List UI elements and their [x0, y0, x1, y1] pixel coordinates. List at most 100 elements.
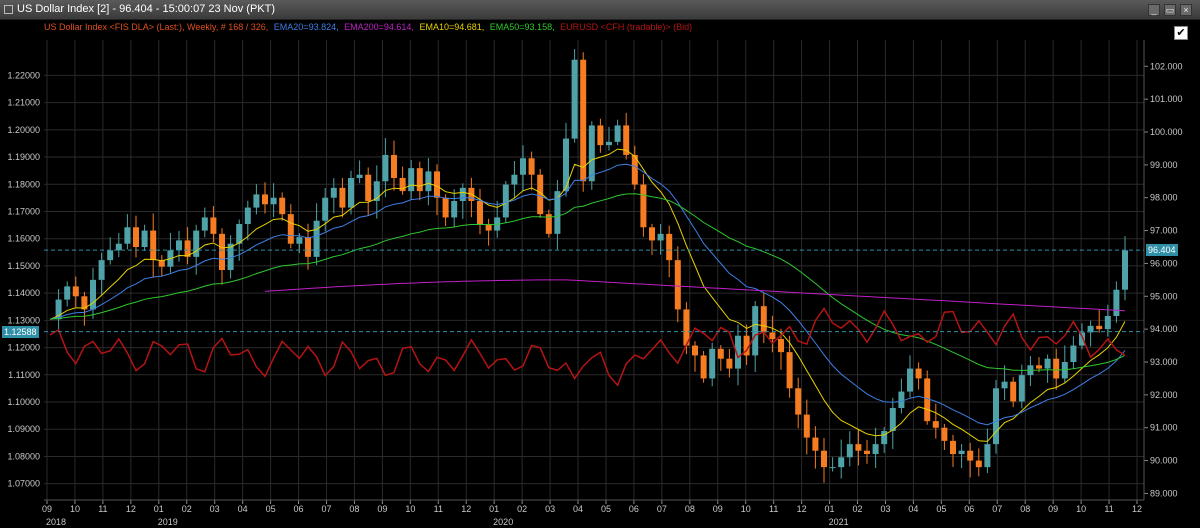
candle-body: [614, 125, 621, 142]
candle-body: [1122, 250, 1128, 290]
candle-body: [193, 230, 200, 257]
candle-body: [881, 431, 888, 445]
candle-body: [408, 168, 415, 192]
candle-body: [1001, 381, 1008, 389]
x-axis-tick: 03: [210, 504, 220, 514]
candle-body: [1010, 381, 1017, 402]
right-axis-tick: 91.000: [1150, 423, 1178, 433]
candle-body: [1044, 358, 1051, 369]
candle-body: [580, 59, 587, 182]
candle-body: [993, 388, 999, 445]
candle-body: [201, 217, 208, 231]
left-axis-tick: 1.22000: [7, 70, 40, 80]
candle-body: [855, 444, 862, 451]
candle-body: [700, 355, 707, 379]
x-axis-year: 2019: [158, 517, 178, 527]
candle-body: [932, 421, 939, 428]
right-axis-tick: 101.000: [1150, 94, 1183, 104]
left-axis-tick: 1.16000: [7, 234, 40, 244]
candle-body: [451, 201, 458, 218]
candle-body: [64, 286, 71, 300]
candle-body: [803, 414, 810, 438]
candle-body: [1036, 365, 1042, 369]
left-axis-tick: 1.15000: [7, 261, 40, 271]
candle-body: [253, 194, 260, 208]
price-chart[interactable]: 1.07000 1.08000 1.09000 1.10000 1.11000 1.120…: [0, 0, 1200, 528]
candle-body: [279, 197, 286, 215]
candle-body: [262, 194, 268, 205]
x-axis-tick: 12: [461, 504, 471, 514]
left-axis-tick: 1.18000: [7, 179, 40, 189]
candle-body: [692, 345, 698, 356]
candle-body: [898, 391, 905, 408]
candle-body: [889, 408, 896, 431]
right-axis-tick: 94.000: [1150, 324, 1178, 334]
left-axis-tick: 1.13000: [7, 315, 40, 325]
x-axis-tick: 04: [908, 504, 918, 514]
x-axis-tick: 08: [685, 504, 695, 514]
x-axis-tick: 05: [601, 504, 611, 514]
candle-body: [1079, 332, 1085, 346]
x-axis-tick: 03: [545, 504, 555, 514]
x-axis-tick: 10: [1076, 504, 1086, 514]
candle-body: [950, 440, 956, 454]
right-axis-tick: 96.000: [1150, 258, 1178, 268]
candle-body: [606, 141, 612, 146]
candle-body: [829, 467, 836, 469]
x-axis-year: 2018: [46, 517, 66, 527]
candle-body: [941, 427, 948, 441]
x-axis-year: 2020: [493, 517, 513, 527]
right-axis-tick: 95.000: [1150, 291, 1178, 301]
candle-body: [98, 260, 105, 280]
x-axis-tick: 06: [629, 504, 639, 514]
candle-body: [124, 227, 131, 244]
x-axis-year: 2021: [829, 517, 849, 527]
candle-body: [1096, 325, 1103, 330]
x-axis-tick: 09: [377, 504, 387, 514]
x-axis-tick: 09: [1048, 504, 1058, 514]
x-axis-tick: 12: [126, 504, 136, 514]
candle-body: [649, 227, 655, 241]
candle-body: [81, 296, 88, 310]
candle-body: [416, 168, 423, 192]
candle-body: [520, 158, 526, 175]
candle-body: [795, 388, 802, 415]
candle-body: [657, 233, 664, 241]
x-axis-tick: 02: [182, 504, 192, 514]
candle-body: [477, 201, 483, 224]
right-axis-tick: 97.000: [1150, 226, 1178, 236]
candle-body: [640, 184, 647, 228]
candle-body: [434, 171, 440, 198]
candle-body: [511, 174, 518, 185]
candle-body: [176, 240, 182, 251]
candle-body: [726, 358, 733, 369]
x-axis-tick: 02: [517, 504, 527, 514]
left-axis-tick: 1.14000: [7, 288, 40, 298]
x-axis-tick: 11: [1104, 504, 1113, 514]
candle-body: [270, 197, 277, 205]
candle-body: [391, 155, 397, 178]
x-axis-tick: 01: [154, 504, 164, 514]
x-axis-tick: 12: [1132, 504, 1142, 514]
candle-body: [597, 125, 604, 146]
candle-body: [864, 450, 870, 454]
candle-body: [1104, 316, 1111, 330]
candle-body: [150, 230, 157, 261]
x-axis-tick: 12: [797, 504, 807, 514]
eurusd-level-tag: 1.12588: [2, 325, 39, 338]
x-axis-tick: 05: [266, 504, 276, 514]
candle-body: [305, 237, 311, 257]
x-axis-tick: 11: [769, 504, 778, 514]
candle-body: [967, 450, 974, 461]
ema10-line: [49, 148, 1126, 442]
x-axis-tick: 01: [489, 504, 499, 514]
x-axis-tick: 07: [321, 504, 331, 514]
candle-body: [778, 339, 784, 353]
x-axis-tick: 07: [992, 504, 1002, 514]
left-axis-tick: 1.11000: [8, 370, 40, 380]
x-axis-tick: 11: [98, 504, 107, 514]
candle-body: [846, 444, 853, 458]
candle-body: [915, 368, 922, 379]
right-axis-tick: 93.000: [1150, 357, 1178, 367]
candle-body: [769, 332, 776, 339]
